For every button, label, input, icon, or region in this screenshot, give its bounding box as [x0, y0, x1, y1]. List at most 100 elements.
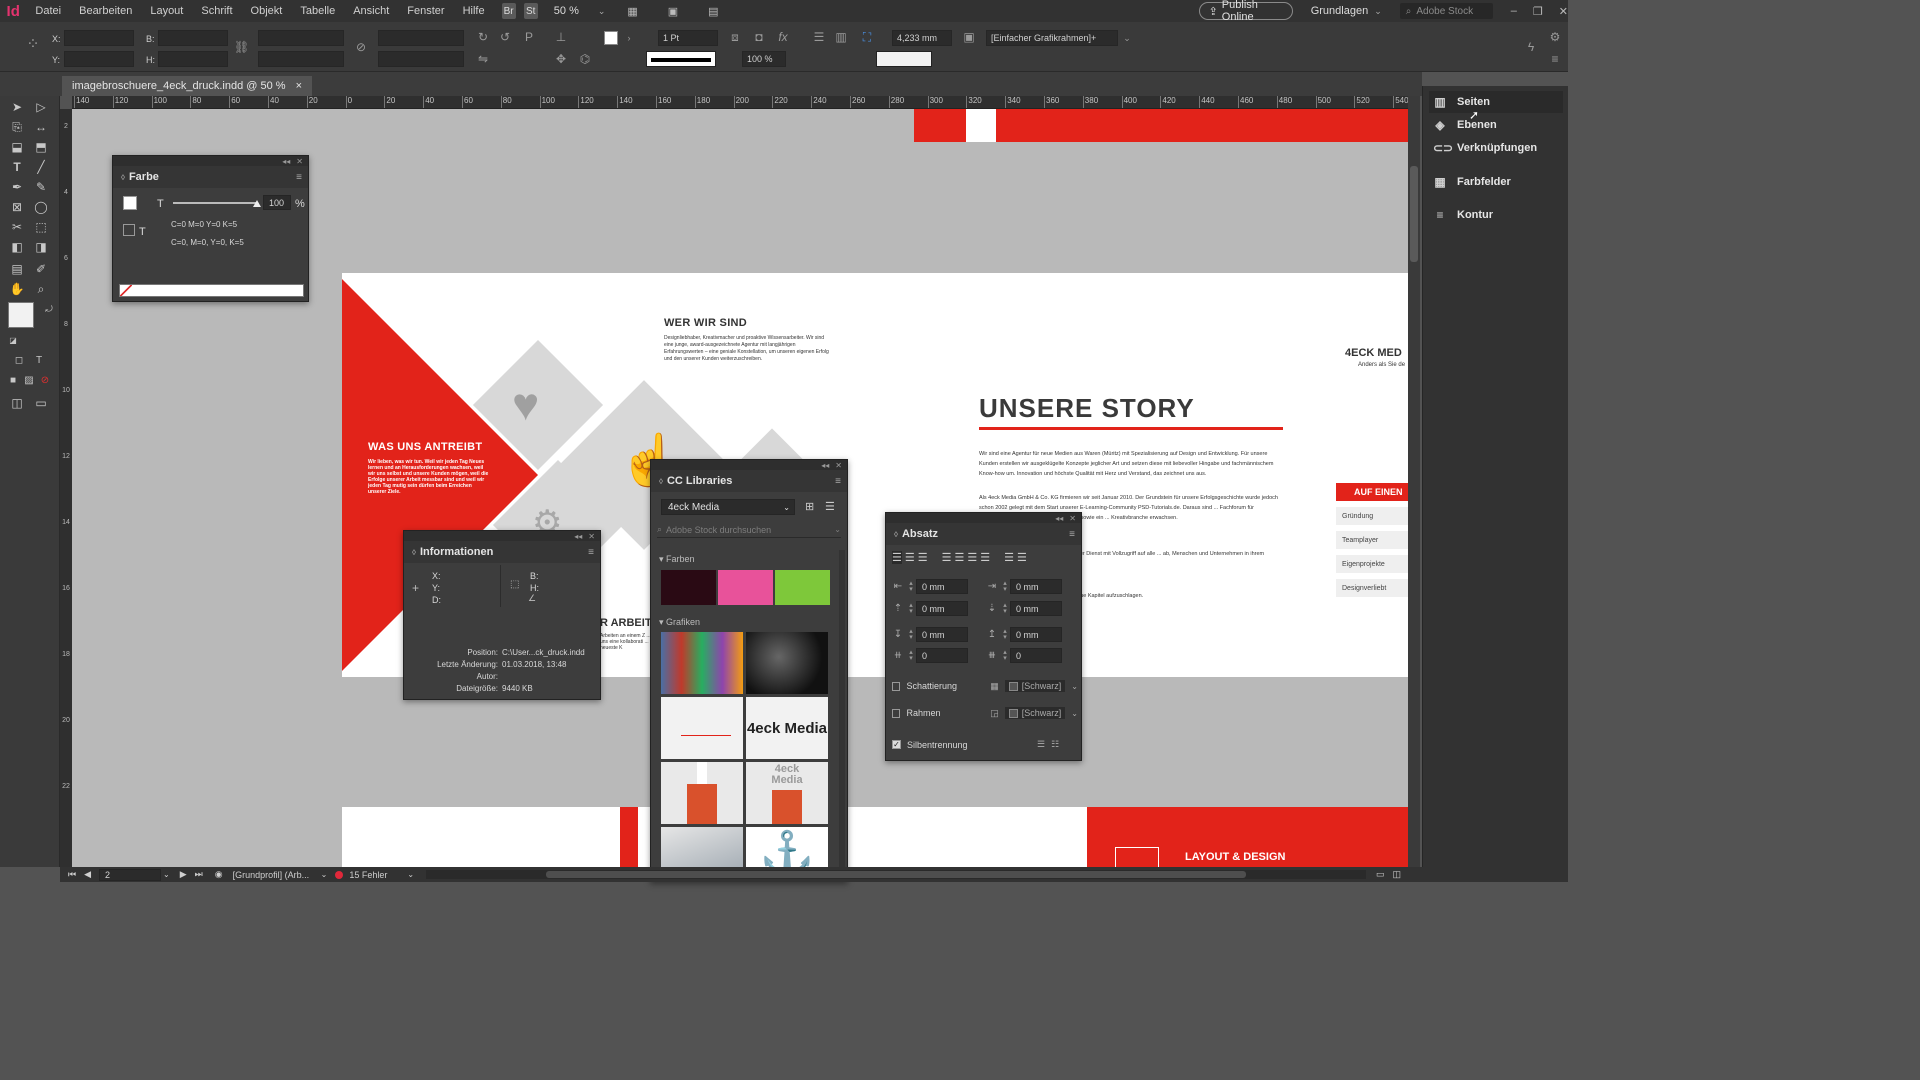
- rahmen-checkbox[interactable]: [892, 708, 901, 718]
- absatz-close-icon[interactable]: ✕: [1069, 514, 1076, 523]
- rahmen-chevron-icon[interactable]: ⌄: [1071, 709, 1078, 718]
- stepper-icon[interactable]: ▴ ▾: [1000, 602, 1010, 615]
- first-page-icon[interactable]: ⏮: [68, 869, 76, 880]
- selection-tool-icon[interactable]: ➤: [8, 98, 26, 116]
- list-view-icon[interactable]: ☰: [825, 500, 835, 513]
- menu-datei[interactable]: Datei: [26, 5, 70, 17]
- graphic-thumb-red-block[interactable]: [661, 762, 743, 824]
- dock-item-farbfelder[interactable]: ▦ Farbfelder: [1429, 171, 1563, 193]
- select-content-icon[interactable]: ⌬: [578, 52, 592, 66]
- hand-tool-icon[interactable]: ✋: [8, 280, 26, 298]
- tint-slider[interactable]: [173, 200, 261, 207]
- scissors-tool-icon[interactable]: ✂: [8, 218, 26, 236]
- scroll-thumb[interactable]: [1410, 166, 1418, 262]
- fill-stroke-widget[interactable]: [8, 302, 38, 332]
- library-color-swatch[interactable]: [718, 570, 773, 605]
- farbe-collapse-icon[interactable]: ◂◂: [282, 157, 290, 166]
- rotation-field[interactable]: [378, 30, 464, 46]
- dock-item-seiten[interactable]: ▥ Seiten: [1429, 91, 1563, 113]
- default-fill-stroke-icon[interactable]: ◪: [4, 332, 22, 350]
- control-menu-icon[interactable]: ≡: [1548, 52, 1562, 66]
- line-tool-icon[interactable]: ╱: [32, 158, 50, 176]
- type-tool-icon[interactable]: T: [8, 158, 26, 176]
- balance-columns-icon[interactable]: ☰: [1037, 739, 1045, 750]
- gap-field[interactable]: 4,233 mm: [892, 30, 952, 46]
- menu-schrift[interactable]: Schrift: [192, 5, 241, 17]
- justify-center-icon[interactable]: ☰: [955, 551, 965, 564]
- justify-left-icon[interactable]: ☰: [942, 551, 952, 564]
- effects-fx-icon[interactable]: fx: [776, 30, 790, 44]
- minimize-icon[interactable]: –: [1511, 5, 1517, 17]
- info-close-icon[interactable]: ✕: [588, 532, 595, 541]
- content-placer-icon[interactable]: ⬒: [32, 138, 50, 156]
- preview-mode-icon[interactable]: ▭: [32, 394, 50, 412]
- pen-tool-icon[interactable]: ✒: [8, 178, 26, 196]
- stepper-icon[interactable]: ▴ ▾: [906, 628, 916, 641]
- profile-chevron-icon[interactable]: ⌄: [321, 870, 328, 879]
- menu-ansicht[interactable]: Ansicht: [344, 5, 398, 17]
- justify-all-icon[interactable]: ☰: [980, 551, 990, 564]
- absatz-panel-header[interactable]: ◊ Absatz ≡: [886, 523, 1081, 545]
- view-options-icon[interactable]: ▦: [627, 5, 637, 18]
- menu-hilfe[interactable]: Hilfe: [454, 5, 494, 17]
- page-tool-icon[interactable]: ⎘: [8, 118, 26, 136]
- object-style-icon[interactable]: ▣: [962, 30, 976, 44]
- workspace-switcher[interactable]: Grundlagen: [1311, 5, 1369, 17]
- stepper-icon[interactable]: ▴ ▾: [906, 580, 916, 593]
- rectangle-frame-tool-icon[interactable]: ⊠: [8, 198, 26, 216]
- fit-view-icon[interactable]: ▭: [1376, 869, 1385, 880]
- next-right-page[interactable]: LAYOUT & DESIGN: [915, 807, 1408, 867]
- grafiken-section-header[interactable]: ▾ Grafiken: [659, 617, 700, 628]
- schattierung-swatch-dropdown[interactable]: [Schwarz]: [1004, 680, 1066, 692]
- close-icon[interactable]: ✕: [1559, 5, 1568, 18]
- absatz-value-field[interactable]: 0: [916, 648, 968, 663]
- adobe-stock-search[interactable]: ⌕ Adobe Stock: [1399, 3, 1493, 19]
- library-color-swatch[interactable]: [661, 570, 716, 605]
- page-chevron-icon[interactable]: ⌄: [163, 870, 170, 879]
- cc-close-icon[interactable]: ✕: [835, 461, 842, 470]
- y-field[interactable]: [64, 51, 134, 67]
- screen-mode-icon[interactable]: ▣: [668, 5, 678, 18]
- graphic-thumb-logo-small[interactable]: 4eck Media: [746, 762, 828, 824]
- info-menu-icon[interactable]: ≡: [588, 547, 594, 558]
- align-away-spine-icon[interactable]: ☰: [1017, 551, 1027, 564]
- last-page-icon[interactable]: ⏭: [195, 869, 203, 880]
- farbe-menu-icon[interactable]: ≡: [296, 172, 302, 183]
- tint-slider-handle[interactable]: [253, 200, 261, 207]
- vertical-ruler[interactable]: 2 4 6 8 10 12 14 16 18 20 22: [60, 109, 72, 867]
- object-style-chevron-icon[interactable]: ⌄: [1120, 31, 1134, 45]
- dock-item-kontur[interactable]: ≡ Kontur: [1429, 204, 1563, 226]
- menu-layout[interactable]: Layout: [141, 5, 192, 17]
- absatz-value-field[interactable]: 0 mm: [1010, 579, 1062, 594]
- menu-tabelle[interactable]: Tabelle: [291, 5, 344, 17]
- column-icon[interactable]: ▥: [834, 30, 848, 44]
- publish-online-button[interactable]: ⇪ Publish Online: [1198, 0, 1293, 23]
- next-page-icon[interactable]: ▶: [180, 869, 187, 880]
- stroke-weight-field[interactable]: 1 Pt: [658, 30, 718, 46]
- fill-swatch[interactable]: [604, 31, 618, 45]
- stock-button[interactable]: St: [523, 3, 538, 19]
- dock-item-verknuepfungen[interactable]: ⊂⊃ Verknüpfungen: [1429, 137, 1563, 159]
- swap-fill-stroke-icon[interactable]: ⤾: [40, 300, 58, 318]
- x-field[interactable]: [64, 30, 134, 46]
- schattierung-chevron-icon[interactable]: ⌄: [1071, 682, 1078, 691]
- arrange-documents-icon[interactable]: ▤: [708, 5, 718, 18]
- info-collapse-icon[interactable]: ◂◂: [574, 532, 582, 541]
- bridge-button[interactable]: Br: [501, 3, 516, 19]
- farbe-fill-swatch[interactable]: [123, 196, 137, 210]
- select-container-icon[interactable]: ✥: [554, 52, 568, 66]
- absatz-value-field[interactable]: 0 mm: [1010, 627, 1062, 642]
- document-tab-close-icon[interactable]: ×: [296, 80, 302, 92]
- zoom-chevron-icon[interactable]: ⌄: [598, 6, 606, 17]
- stepper-icon[interactable]: ▴ ▾: [906, 649, 916, 662]
- graphic-thumb-brochure[interactable]: [661, 697, 743, 759]
- silbentrennung-checkbox[interactable]: ✓: [892, 740, 901, 749]
- stepper-icon[interactable]: ▴ ▾: [1000, 649, 1010, 662]
- stepper-icon[interactable]: ▴ ▾: [1000, 628, 1010, 641]
- control-settings-icon[interactable]: ⚙: [1548, 30, 1562, 44]
- link-scale-icon[interactable]: ⊘: [354, 40, 368, 54]
- zoom-level[interactable]: 50 %: [554, 5, 598, 17]
- apply-none-icon[interactable]: ⊘: [36, 372, 54, 390]
- farben-section-header[interactable]: ▾ Farben: [659, 554, 695, 565]
- free-transform-tool-icon[interactable]: ⬚: [32, 218, 50, 236]
